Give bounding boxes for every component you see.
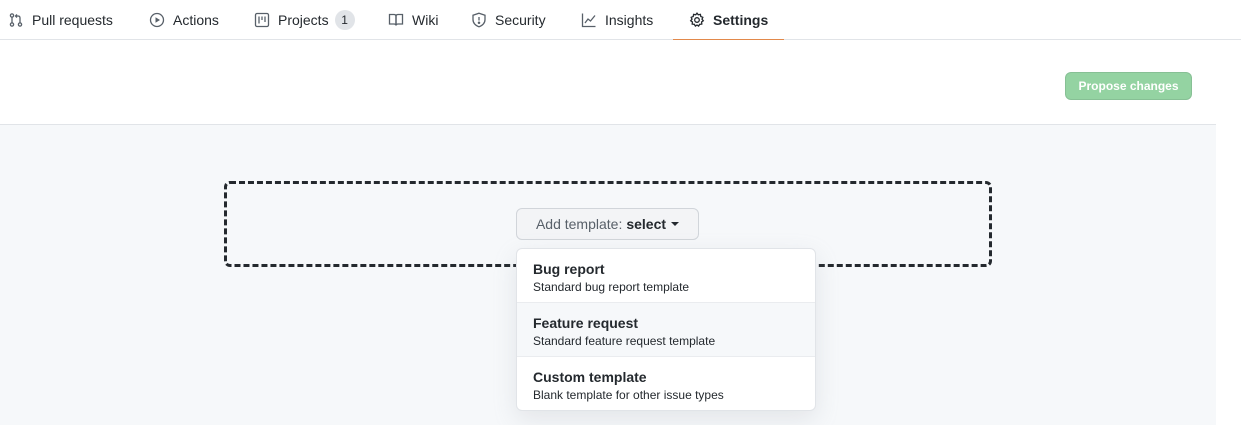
tab-security[interactable]: Security [471,0,546,40]
page-right-margin [1216,40,1241,425]
menu-item-description: Blank template for other issue types [533,388,724,402]
menu-item-title: Custom template [533,369,647,385]
tab-label: Insights [605,12,654,28]
tab-label: Projects [278,12,329,28]
tab-pull-requests[interactable]: Pull requests [8,0,113,40]
repo-tab-nav: Pull requests Actions Projects 1 Wiki Se… [0,0,1241,41]
tab-label: Security [495,12,546,28]
tab-wiki[interactable]: Wiki [388,0,438,40]
menu-item-description: Standard feature request template [533,334,716,348]
book-icon [388,12,404,28]
menu-item-title: Feature request [533,315,639,331]
tab-label: Actions [173,12,219,28]
menu-item-custom-template[interactable]: Custom template Blank template for other… [517,357,815,410]
caret-down-icon [671,222,680,226]
gear-icon [689,12,705,28]
tab-label: Settings [713,12,769,28]
project-icon [254,12,270,28]
tab-projects[interactable]: Projects 1 [254,0,355,40]
template-dropdown-menu: Bug report Standard bug report template … [516,248,816,411]
propose-changes-button[interactable]: Propose changes [1065,72,1192,100]
git-pull-request-icon [8,12,24,28]
add-template-prefix: Add template: [535,216,623,232]
menu-item-bug-report[interactable]: Bug report Standard bug report template [517,249,815,303]
tab-actions[interactable]: Actions [149,0,219,40]
menu-item-title: Bug report [533,261,605,277]
add-template-value: select [626,216,667,232]
tab-label: Pull requests [32,12,113,28]
play-icon [149,12,165,28]
tab-insights[interactable]: Insights [581,0,653,40]
menu-item-feature-request[interactable]: Feature request Standard feature request… [517,303,815,357]
editor-header: Propose changes [0,40,1216,125]
projects-count-badge: 1 [334,10,355,30]
shield-icon [471,12,487,28]
tab-label: Wiki [412,12,439,28]
graph-icon [581,12,597,28]
add-template-select[interactable]: Add template: select [516,208,699,240]
tab-settings[interactable]: Settings [672,0,785,41]
menu-item-description: Standard bug report template [533,280,690,294]
